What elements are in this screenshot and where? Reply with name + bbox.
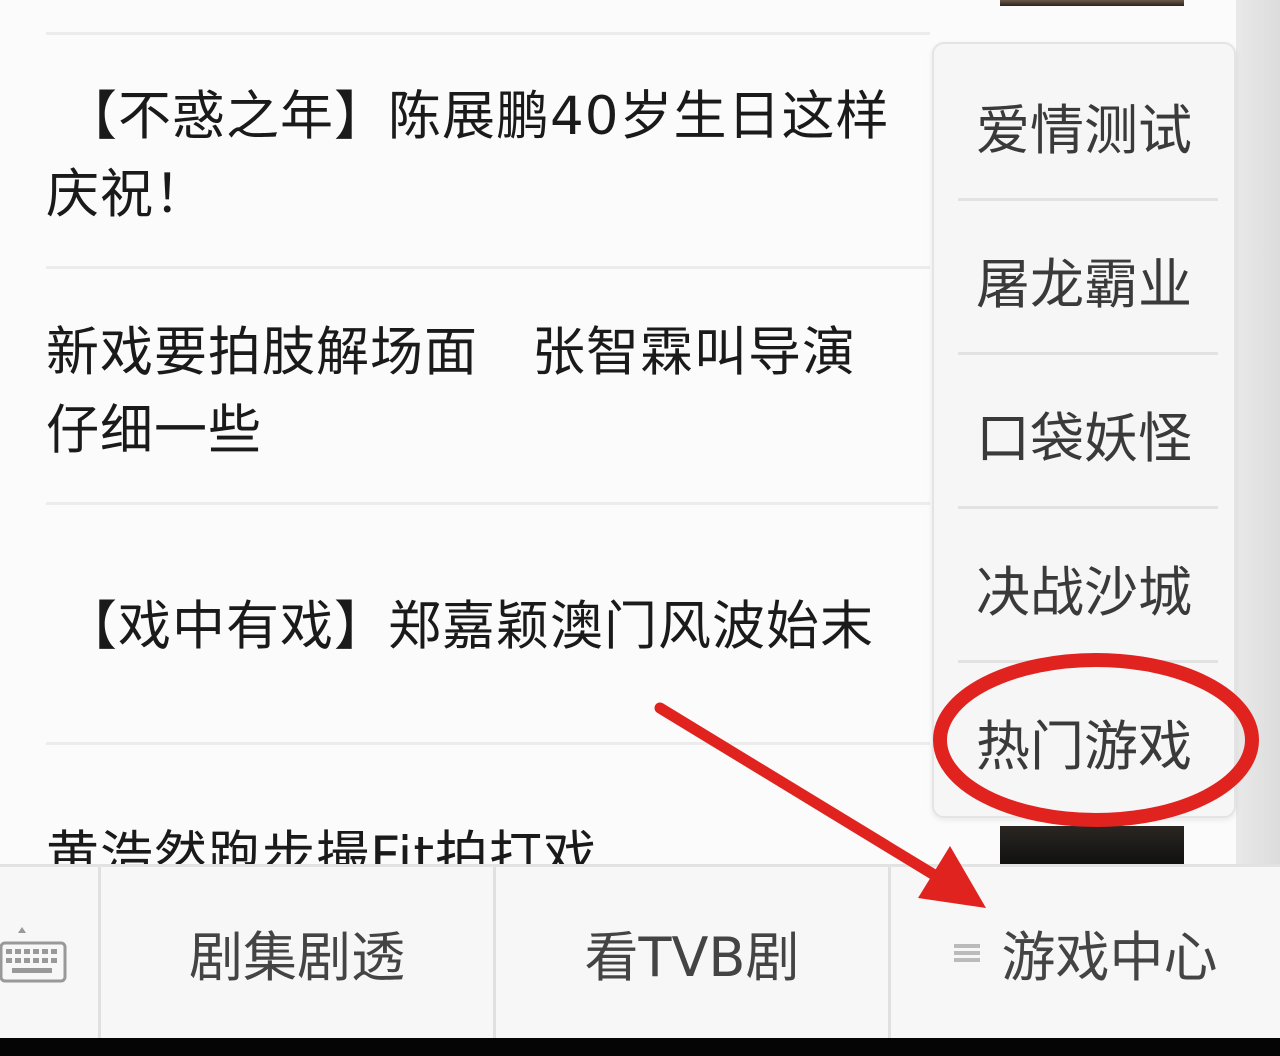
news-headline-1[interactable]: 【不惑之年】陈展鹏40岁生日这样庆祝！ [46,78,926,234]
headline-text: 新戏要拍肢解场面 张智霖叫导演 [46,322,856,383]
tab-watch-tvb[interactable]: 看TVB剧 [496,867,888,1038]
menu-item-sand-city[interactable]: 决战沙城 [934,510,1234,664]
menu-divider [958,506,1218,509]
bottom-navigation-bar: 剧集剧透 看TVB剧 游戏中心 [0,864,1280,1041]
game-popup-menu: 爱情测试 屠龙霸业 口袋妖怪 决战沙城 热门游戏 [932,42,1236,818]
headline-text: 【不惑之年】陈展鹏40岁生日这样 [64,86,890,147]
tab-label: 游戏中心 [1001,926,1218,989]
tab-label: 剧集剧透 [189,926,405,989]
phone-screen: 【不惑之年】陈展鹏40岁生日这样 庆祝！ 新戏要拍肢解场面 张智霖叫导演 仔细一些 … [0,0,1280,1056]
menu-lines-icon [953,943,980,962]
list-divider [46,742,930,745]
headline-text: 仔细一些 [46,400,262,461]
menu-item-pocket-monster[interactable]: 口袋妖怪 [934,356,1234,510]
news-headline-4[interactable]: 黄浩然跑步撮Fit拍打戏 [46,818,926,864]
tab-label: 看TVB剧 [584,926,800,989]
screen-edge [1236,0,1280,870]
tab-game-center[interactable]: 游戏中心 [891,867,1280,1038]
menu-divider [958,660,1218,663]
keyboard-icon [0,927,67,983]
headline-text: 庆祝！ [46,164,208,225]
menu-item-love-test[interactable]: 爱情测试 [934,48,1234,202]
list-divider [46,502,930,505]
menu-item-hot-games[interactable]: 热门游戏 [934,664,1234,818]
thumbnail-image[interactable] [1000,0,1184,6]
news-headline-2[interactable]: 新戏要拍肢解场面 张智霖叫导演 仔细一些 [46,314,926,470]
list-divider [46,266,930,269]
news-headline-3[interactable]: 【戏中有戏】郑嘉颖澳门风波始末 [46,588,926,666]
list-divider [46,32,930,35]
menu-divider [958,352,1218,355]
headline-text: 【戏中有戏】郑嘉颖澳门风波始末 [64,596,874,657]
keyboard-toggle-button[interactable] [0,867,98,1038]
headline-text: 黄浩然跑步撮Fit拍打戏 [46,826,598,864]
screen-bottom-bezel [0,1038,1280,1056]
menu-item-dragon-slaying[interactable]: 屠龙霸业 [934,202,1234,356]
thumbnail-image[interactable] [1000,826,1184,864]
tab-drama-spoilers[interactable]: 剧集剧透 [101,867,493,1038]
menu-divider [958,198,1218,201]
